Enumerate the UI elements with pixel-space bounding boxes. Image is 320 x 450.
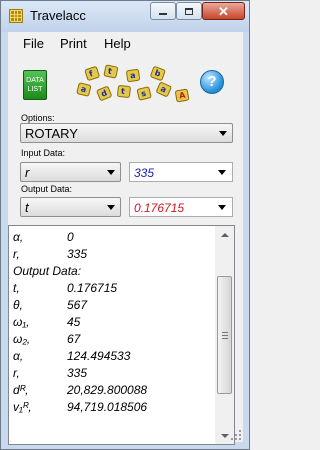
- input-value-text: 335: [134, 166, 155, 180]
- output-variable-select[interactable]: t: [20, 197, 121, 217]
- chevron-down-icon: [219, 131, 227, 136]
- menu-print[interactable]: Print: [60, 36, 87, 51]
- result-value: 0.176715: [67, 281, 118, 295]
- chevron-down-icon: [218, 205, 226, 210]
- output-data-label: Output Data:: [21, 184, 73, 194]
- result-key: ω₁,: [13, 315, 30, 329]
- result-value: 67: [67, 332, 81, 346]
- data-list-label-2: LIST: [27, 86, 43, 93]
- output-value-text: 0.176715: [134, 201, 185, 215]
- result-value: 45: [67, 315, 81, 329]
- close-button[interactable]: ✕: [202, 2, 245, 20]
- arrow-up-icon: [220, 232, 229, 237]
- minimize-icon: [159, 13, 167, 15]
- help-button[interactable]: ?: [200, 70, 224, 94]
- output-value-field[interactable]: 0.176715: [129, 197, 233, 217]
- chevron-down-icon: [107, 170, 115, 175]
- scroll-up-button[interactable]: [215, 226, 234, 243]
- title-bar[interactable]: Travelacc ✕: [1, 1, 249, 32]
- input-data-label: Input Data:: [21, 148, 66, 158]
- output-variable-value: t: [25, 200, 29, 215]
- result-value: 567: [67, 298, 88, 312]
- result-value: 335: [67, 366, 88, 380]
- data-list-button[interactable]: DATA LIST: [23, 70, 47, 100]
- maximize-icon: [185, 7, 193, 15]
- options-value: ROTARY: [25, 126, 78, 141]
- result-key: r,: [13, 247, 20, 261]
- result-value: 124.494533: [67, 349, 131, 363]
- options-label: Options:: [21, 113, 55, 123]
- result-key: r,: [13, 366, 20, 380]
- app-window: Travelacc ✕ File Print Help DATA LIST f …: [0, 0, 250, 450]
- result-key: θ,: [13, 298, 23, 312]
- arrow-down-icon: [220, 433, 229, 438]
- result-value: 20,829.800088: [67, 383, 148, 397]
- result-value: 335: [67, 247, 88, 261]
- data-list-label-1: DATA: [26, 77, 44, 84]
- options-select[interactable]: ROTARY: [20, 123, 233, 143]
- result-key: α,: [13, 349, 24, 363]
- result-key: t,: [13, 281, 20, 295]
- results-textbox[interactable]: α, 0 r, 335 Output Data: t, 0.176715 θ, 567 ω₁, 45…: [8, 225, 235, 445]
- menu-help[interactable]: Help: [104, 36, 131, 51]
- input-variable-select[interactable]: r: [20, 162, 121, 182]
- menu-bar: File Print Help: [8, 32, 243, 54]
- close-icon: ✕: [218, 3, 229, 19]
- maximize-button[interactable]: [176, 2, 202, 20]
- letter-tiles-logo: f t a b a d t s a A: [76, 64, 190, 103]
- result-key: Output Data:: [13, 264, 82, 278]
- chevron-down-icon: [218, 170, 226, 175]
- result-key: ω₂,: [13, 332, 31, 346]
- result-key: α,: [13, 230, 24, 244]
- resize-grip[interactable]: [231, 430, 241, 440]
- client-area: File Print Help DATA LIST f t a b a d t …: [8, 32, 243, 445]
- window-title: Travelacc: [30, 8, 86, 23]
- menu-file[interactable]: File: [23, 36, 44, 51]
- input-value-field[interactable]: 335: [129, 162, 233, 182]
- result-key: dᴿ,: [13, 383, 29, 397]
- scroll-thumb[interactable]: [217, 276, 232, 394]
- minimize-button[interactable]: [150, 2, 176, 20]
- chevron-down-icon: [107, 205, 115, 210]
- result-value: 94,719.018506: [67, 400, 148, 414]
- result-key: v₁ᴿ,: [13, 400, 32, 414]
- input-variable-value: r: [25, 165, 30, 180]
- result-value: 0: [67, 230, 74, 244]
- app-icon: [9, 9, 23, 23]
- vertical-scrollbar[interactable]: [215, 226, 234, 444]
